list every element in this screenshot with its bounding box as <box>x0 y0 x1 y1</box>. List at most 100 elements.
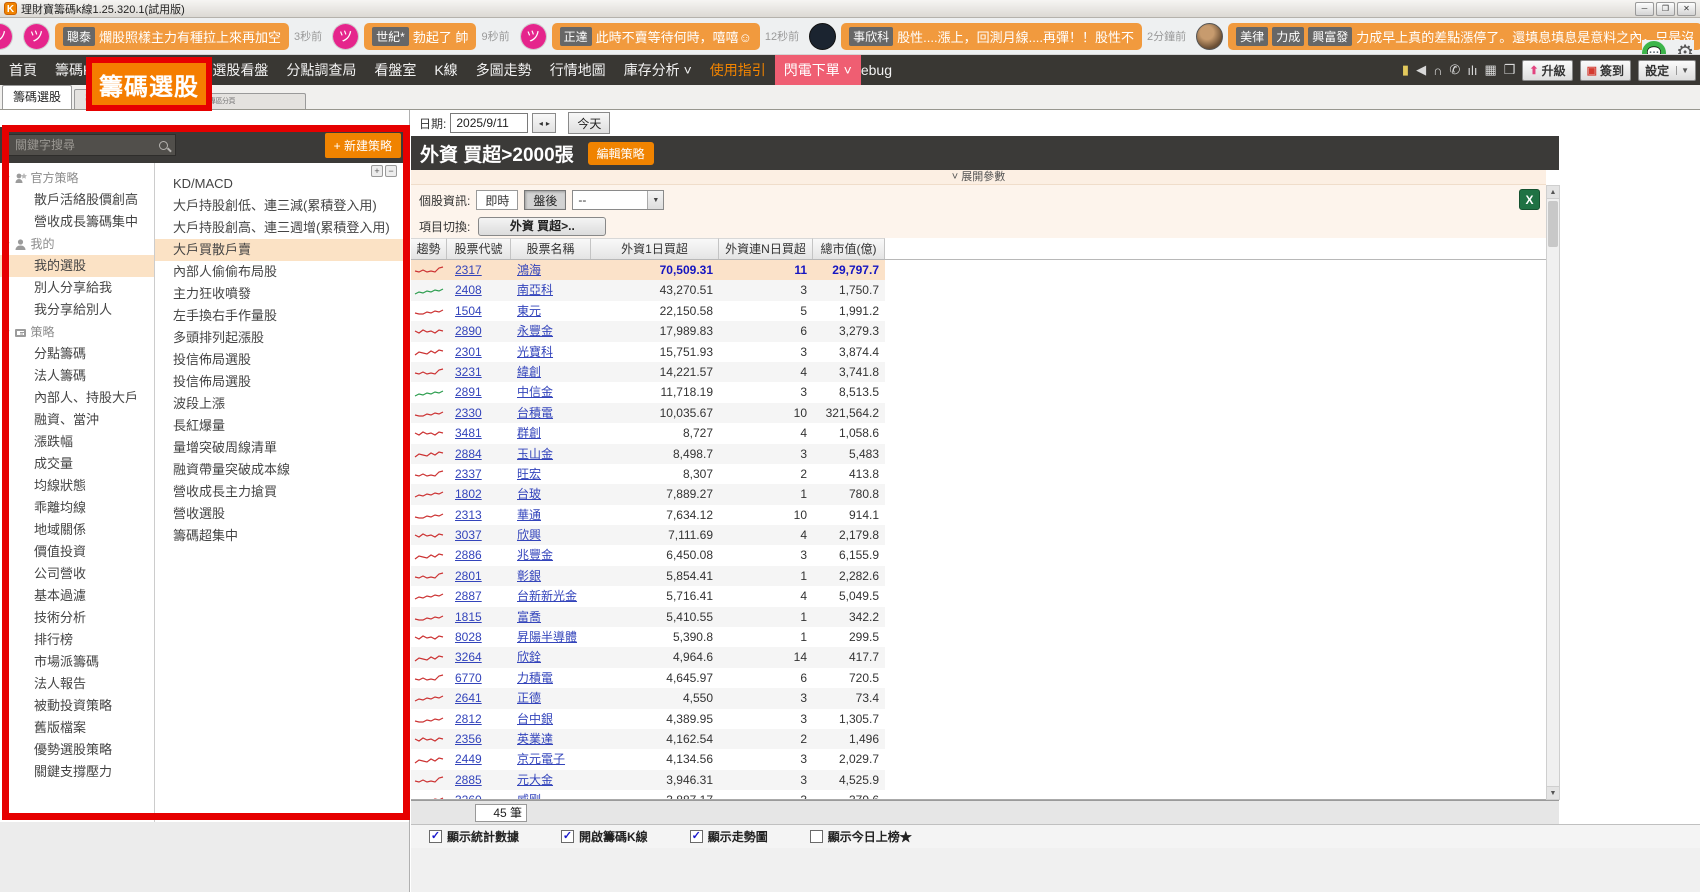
ticker-item[interactable]: 世紀*勃起了 帥9秒前 <box>332 23 509 50</box>
sidebar-item-法人籌碼[interactable]: 法人籌碼 <box>0 365 154 387</box>
display-option-顯示今日上榜★[interactable]: 顯示今日上榜★ <box>810 828 912 845</box>
edit-strategy-button[interactable]: 編輯策略 <box>588 142 654 165</box>
nav-item-首頁[interactable]: 首頁 <box>0 55 46 85</box>
table-row[interactable]: 2408南亞科43,270.5131,750.7 <box>411 280 885 300</box>
ticker-item[interactable]: 聰泰爛股照樣主力有種拉上來再加空3秒前 <box>23 23 322 50</box>
stock-code-link[interactable]: 3260 <box>455 793 482 800</box>
sidebar-item-排行榜[interactable]: 排行榜 <box>0 629 154 651</box>
ticker-item[interactable]: 美律力成興富發力成早上真的差點漲停了。還填息填息是意料之內，只是沒 <box>1196 23 1700 50</box>
strategy-item-左手換右手作量股[interactable]: 左手換右手作量股 <box>155 305 409 327</box>
column-header-總市值(億)[interactable]: 總市值(億) <box>813 238 885 259</box>
info-dropdown[interactable]: -- ▼ <box>572 190 664 210</box>
collapse-all-button[interactable]: − <box>385 165 397 177</box>
prev-day-icon[interactable]: ◂ <box>539 119 543 128</box>
stock-code-link[interactable]: 2301 <box>455 345 482 359</box>
strategy-item-大戶持股創高、連三週增(累積登入用)[interactable]: 大戶持股創高、連三週增(累積登入用) <box>155 217 409 239</box>
tree-group-官方策略[interactable]: ▾官方策略 <box>0 167 154 189</box>
stock-code-link[interactable]: 6770 <box>455 671 482 685</box>
tree-group-我的[interactable]: ▾我的 <box>0 233 154 255</box>
expander-icon[interactable]: ▾ <box>5 233 10 255</box>
table-row[interactable]: 2641正德4,550373.4 <box>411 688 885 708</box>
new-strategy-button[interactable]: + 新建策略 <box>325 133 401 158</box>
stock-code-link[interactable]: 2801 <box>455 569 482 583</box>
table-row[interactable]: 2449京元電子4,134.5632,029.7 <box>411 749 885 769</box>
stock-code-link[interactable]: 2641 <box>455 691 482 705</box>
sidebar-item-關鍵支撐壓力[interactable]: 關鍵支撐壓力 <box>0 761 154 783</box>
table-row[interactable]: 3037欣興7,111.6942,179.8 <box>411 525 885 545</box>
stock-code-link[interactable]: 2313 <box>455 508 482 522</box>
table-row[interactable]: 2812台中銀4,389.9531,305.7 <box>411 709 885 729</box>
stock-name-link[interactable]: 華通 <box>517 508 541 522</box>
stock-name-link[interactable]: 緯創 <box>517 365 541 379</box>
stock-name-link[interactable]: 正德 <box>517 691 541 705</box>
table-row[interactable]: 2891中信金11,718.1938,513.5 <box>411 382 885 402</box>
strategy-item-主力狂收噴發[interactable]: 主力狂收噴發 <box>155 283 409 305</box>
stock-code-link[interactable]: 1504 <box>455 304 482 318</box>
stock-name-link[interactable]: 東元 <box>517 304 541 318</box>
nav-item-K線[interactable]: K線 <box>425 55 466 85</box>
strategy-item-融資帶量突破成本線[interactable]: 融資帶量突破成本線 <box>155 459 409 481</box>
phone-icon[interactable]: ▮ <box>1402 62 1409 78</box>
sidebar-item-公司營收[interactable]: 公司營收 <box>0 563 154 585</box>
stock-code-link[interactable]: 2812 <box>455 712 482 726</box>
stock-code-link[interactable]: 3264 <box>455 650 482 664</box>
stock-tag[interactable]: 美律 <box>1236 27 1268 46</box>
stock-code-link[interactable]: 2887 <box>455 589 482 603</box>
nav-item-自選股看盤[interactable]: 自選股看盤 <box>189 55 277 85</box>
checkin-button[interactable]: ▣簽到 <box>1580 60 1631 81</box>
sidebar-item-基本過濾[interactable]: 基本過濾 <box>0 585 154 607</box>
sidebar-item-均線狀態[interactable]: 均線狀態 <box>0 475 154 497</box>
stock-name-link[interactable]: 彰銀 <box>517 569 541 583</box>
stock-name-link[interactable]: 鴻海 <box>517 263 541 277</box>
qr-code-icon[interactable]: ▦ <box>1484 62 1496 78</box>
restore-button[interactable]: ❐ <box>1656 2 1675 16</box>
stock-tag[interactable]: 世紀* <box>372 27 409 46</box>
nav-item-籌碼選股[interactable]: 籌碼選股 <box>115 55 189 85</box>
scroll-up-icon[interactable]: ▲ <box>1547 186 1559 199</box>
display-option-開啟籌碼K線[interactable]: ✓開啟籌碼K線 <box>561 828 648 845</box>
stock-code-link[interactable]: 2886 <box>455 548 482 562</box>
expander-icon[interactable]: ▾ <box>5 321 10 343</box>
sidebar-item-價值投資[interactable]: 價值投資 <box>0 541 154 563</box>
stock-code-link[interactable]: 3037 <box>455 528 482 542</box>
ticker-item[interactable]: 事欣科股性....漲上，回測月線....再彈！！股性不2分鐘前 <box>809 23 1186 50</box>
strategy-item-投信佈局選股[interactable]: 投信佈局選股 <box>155 371 409 393</box>
strategy-item-大戶持股創低、連三減(累積登入用)[interactable]: 大戶持股創低、連三減(累積登入用) <box>155 195 409 217</box>
sidebar-item-成交量[interactable]: 成交量 <box>0 453 154 475</box>
stock-name-link[interactable]: 光寶科 <box>517 345 553 359</box>
column-header-外資連N日買超[interactable]: 外資連N日買超 <box>719 238 813 259</box>
stock-code-link[interactable]: 2891 <box>455 385 482 399</box>
stock-tag[interactable]: 興富發 <box>1308 27 1352 46</box>
display-option-顯示統計數據[interactable]: ✓顯示統計數據 <box>429 828 519 845</box>
table-row[interactable]: 2801彰銀5,854.4112,282.6 <box>411 566 885 586</box>
table-row[interactable]: 2884玉山金8,498.735,483 <box>411 444 885 464</box>
stock-name-link[interactable]: 欣銓 <box>517 650 541 664</box>
stock-name-link[interactable]: 中信金 <box>517 385 553 399</box>
sidebar-item-我分享給別人[interactable]: 我分享給別人 <box>0 299 154 321</box>
table-row[interactable]: 2887台新新光金5,716.4145,049.5 <box>411 586 885 606</box>
stock-name-link[interactable]: 元大金 <box>517 773 553 787</box>
expand-all-button[interactable]: + <box>371 165 383 177</box>
tab-密技教學[interactable]: 密技教學 <box>74 89 144 109</box>
stock-name-link[interactable]: 昇陽半導體 <box>517 630 577 644</box>
nav-item-籌碼K線[interactable]: 籌碼K線 <box>46 55 115 85</box>
stock-name-link[interactable]: 威剛 <box>517 793 541 800</box>
tree-group-策略[interactable]: ▾策略 <box>0 321 154 343</box>
expander-icon[interactable]: ▾ <box>5 167 10 189</box>
table-row[interactable]: 2356英業達4,162.5421,496 <box>411 729 885 749</box>
stock-name-link[interactable]: 京元電子 <box>517 752 565 766</box>
sidebar-item-法人報告[interactable]: 法人報告 <box>0 673 154 695</box>
checkbox-icon[interactable]: ✓ <box>429 830 442 843</box>
strategy-item-投信佈局選股[interactable]: 投信佈局選股 <box>155 349 409 371</box>
sidebar-item-分點籌碼[interactable]: 分點籌碼 <box>0 343 154 365</box>
support-chat-icon[interactable]: ✆ <box>1449 62 1460 78</box>
stock-name-link[interactable]: 兆豐金 <box>517 548 553 562</box>
settings-button[interactable]: 設定▼ <box>1638 60 1696 81</box>
table-row[interactable]: 3264欣銓4,964.614417.7 <box>411 647 885 667</box>
stock-code-link[interactable]: 3481 <box>455 426 482 440</box>
gear-icon[interactable]: ⚙ <box>1676 40 1694 55</box>
nav-item-庫存分析[interactable]: 庫存分析 ˅ <box>615 55 701 85</box>
strategy-item-多頭排列起漲股[interactable]: 多頭排列起漲股 <box>155 327 409 349</box>
nav-item-ebug[interactable]: ebug <box>861 55 901 85</box>
table-row[interactable]: 2890永豐金17,989.8363,279.3 <box>411 321 885 341</box>
